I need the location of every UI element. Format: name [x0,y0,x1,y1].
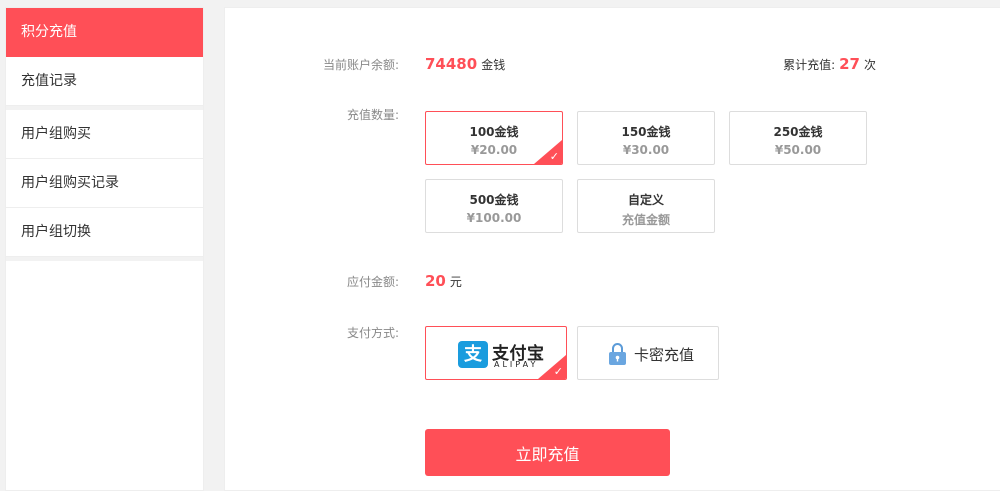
quantity-option-100[interactable]: 100金钱 ¥20.00 ✓ [425,111,563,165]
option-amount: 100金钱 [469,125,519,139]
recharge-panel: 当前账户余额: 74480 金钱 累计充值: 27 次 充值数量: 100金钱 ¥20… [224,7,1000,491]
recharge-now-button[interactable]: 立即充值 [425,429,670,476]
payment-label: 支付方式: [346,326,399,340]
quantity-option-custom[interactable]: 自定义 充值金额 [577,179,715,233]
sidebar-item-label: 用户组购买 [21,126,91,142]
payable-display: 20 元 [425,272,462,290]
sidebar-item-group-purchase[interactable]: 用户组购买 [6,110,203,159]
sidebar-item-label: 充值记录 [21,73,77,89]
quantity-option-150[interactable]: 150金钱 ¥30.00 [577,111,715,165]
alipay-icon: 支 [458,341,488,368]
recharge-count-unit: 次 [863,58,876,72]
sidebar-item-group-switch[interactable]: 用户组切换 [6,208,203,257]
recharge-count-label: 累计充值: [783,58,836,72]
sidebar-item-label: 用户组购买记录 [21,175,119,191]
menu-divider [6,257,203,261]
sidebar-item-label: 积分充值 [21,24,77,40]
quantity-label: 充值数量: [346,108,399,122]
option-amount: 自定义 [627,193,664,207]
option-amount: 500金钱 [469,193,519,207]
quantity-option-500[interactable]: 500金钱 ¥100.00 [425,179,563,233]
sidebar: 积分充值 充值记录 用户组购买 用户组购买记录 用户组切换 [5,7,204,491]
option-amount: 150金钱 [621,125,671,139]
alipay-en: ALIPAY [494,360,539,369]
sidebar-item-group-purchase-records[interactable]: 用户组购买记录 [6,159,203,208]
option-price: ¥100.00 [466,211,522,225]
option-price: 充值金额 [621,213,670,227]
balance-display: 74480 金钱 [425,55,505,73]
card-label: 卡密充值 [634,346,695,364]
sidebar-item-label: 用户组切换 [21,224,91,240]
payable-label: 应付金额: [346,275,399,289]
sidebar-item-points-recharge[interactable]: 积分充值 [6,8,203,57]
balance-unit: 金钱 [481,58,506,72]
option-amount: 250金钱 [773,125,823,139]
balance-value: 74480 [425,55,478,73]
option-price: ¥50.00 [774,143,822,157]
payment-option-card[interactable]: 卡密充值 [577,326,719,380]
recharge-count-display: 累计充值: 27 次 [783,55,876,73]
balance-label: 当前账户余额: [322,58,399,72]
recharge-count-value: 27 [839,55,860,73]
check-icon: ✓ [549,150,559,163]
quantity-option-250[interactable]: 250金钱 ¥50.00 [729,111,867,165]
payable-unit: 元 [449,275,462,289]
option-price: ¥30.00 [622,143,670,157]
payment-option-alipay[interactable]: 支 支付宝 ALIPAY ✓ [425,326,567,380]
payable-value: 20 [425,272,446,290]
sidebar-item-recharge-records[interactable]: 充值记录 [6,57,203,106]
lock-icon [609,343,626,365]
check-icon: ✓ [553,365,563,378]
